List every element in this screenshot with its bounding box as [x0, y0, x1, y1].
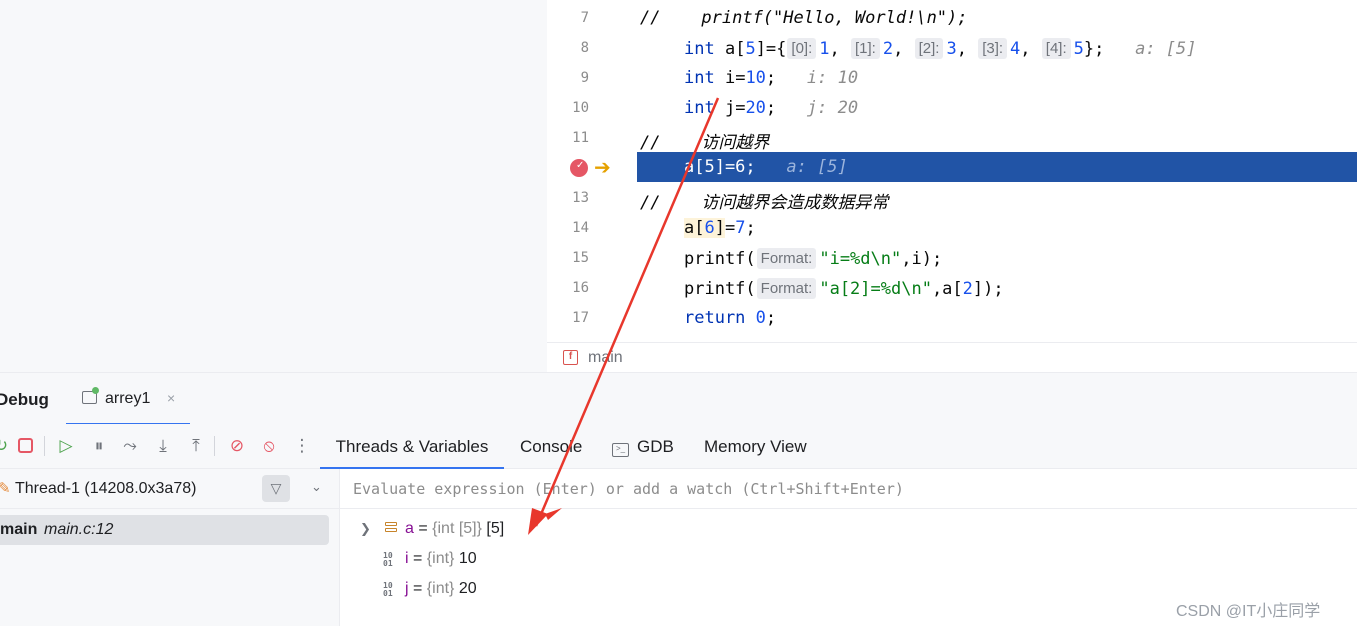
watermark: CSDN @IT小庄同学: [1176, 603, 1321, 620]
debug-title: Debug: [0, 390, 49, 409]
expand-chevron-icon[interactable]: ❯: [360, 521, 371, 537]
thread-selector[interactable]: ✎ Thread-1 (14208.0x3a78) ▽ ⌄: [0, 469, 340, 509]
code-line-7[interactable]: 7 // printf("Hello, World!\n");: [547, 3, 1357, 33]
execution-point-arrow-icon: ➔: [594, 157, 611, 179]
array-icon: [385, 522, 397, 538]
frame-location: main.c:12: [44, 521, 114, 538]
line-number: 11: [572, 130, 589, 146]
thread-suspended-icon: ✎: [0, 480, 11, 497]
line-code: // 访问越界: [640, 133, 770, 153]
debug-tool-window-header: Debug arrey1 ×: [0, 372, 1357, 425]
primitive-type-icon: 10 01: [383, 551, 393, 568]
pause-program-icon[interactable]: ⏸: [88, 435, 110, 457]
thread-name: Thread-1 (14208.0x3a78): [15, 480, 197, 497]
close-tab-icon[interactable]: ×: [167, 390, 175, 406]
line-code: // 访问越界会造成数据异常: [640, 193, 889, 213]
running-status-dot-icon: [92, 387, 99, 394]
inlay-hint: [3]:: [978, 38, 1008, 59]
step-into-icon[interactable]: ⤓: [152, 435, 174, 457]
step-over-icon[interactable]: ⤳: [119, 435, 141, 457]
line-code: return 0;: [684, 308, 777, 328]
variable-entry: i = {int} 10: [405, 550, 477, 567]
line-number: 17: [572, 310, 589, 326]
terminal-icon: >_: [612, 443, 629, 457]
frame-function: main: [0, 521, 38, 538]
tab-memory-view[interactable]: Memory View: [704, 424, 807, 469]
stack-frame-row[interactable]: main main.c:12: [0, 515, 329, 545]
line-number: 7: [580, 10, 589, 26]
inlay-hint: [4]:: [1041, 38, 1071, 59]
primitive-type-icon: 10 01: [383, 581, 393, 598]
line-number: 13: [572, 190, 589, 206]
chevron-down-icon[interactable]: ⌄: [311, 479, 322, 495]
inlay-hint: [0]:: [787, 38, 817, 59]
inline-value: i: 10: [776, 68, 859, 88]
line-code: int j=20; j: 20: [684, 98, 859, 118]
line-number: 15: [572, 250, 589, 266]
code-line-17[interactable]: 17 return 0;: [547, 303, 1357, 333]
inline-value: a: [5]: [1104, 39, 1197, 59]
mute-breakpoints-icon[interactable]: ⦸: [258, 435, 280, 457]
breadcrumb-function[interactable]: main: [588, 349, 623, 367]
code-line-12-current[interactable]: ✓ ➔ a[5]=6; a: [5]: [547, 152, 1357, 182]
line-code: // printf("Hello, World!\n");: [640, 8, 968, 28]
code-line-16[interactable]: 16 printf(Format: "a[2]=%d\n",a[2]);: [547, 273, 1357, 303]
editor-left-blank-area: [0, 0, 547, 372]
code-line-11[interactable]: 11 // 访问越界: [547, 123, 1357, 153]
line-code: printf(Format: "a[2]=%d\n",a[2]);: [684, 278, 1004, 299]
view-breakpoints-icon[interactable]: ⊘: [226, 435, 248, 457]
variable-entry: j = {int} 20: [405, 580, 477, 597]
function-icon: f: [563, 350, 578, 365]
code-line-9[interactable]: 9 int i=10; i: 10: [547, 63, 1357, 93]
code-line-14[interactable]: 14 a[6]=7;: [547, 213, 1357, 243]
run-config-tab[interactable]: arrey1 ×: [66, 373, 190, 425]
inline-value: j: 20: [776, 98, 859, 118]
filter-icon[interactable]: ▽: [262, 475, 290, 502]
rerun-icon[interactable]: ↻: [0, 435, 12, 457]
step-out-icon[interactable]: ⤒: [185, 435, 207, 457]
inline-value: a: [5]: [755, 157, 848, 177]
line-code: printf(Format: "i=%d\n",i);: [684, 248, 943, 269]
code-editor[interactable]: 7 // printf("Hello, World!\n"); 8 int a[…: [547, 0, 1357, 342]
line-number: 9: [580, 70, 589, 86]
variable-entry: a = {int [5]} [5]: [405, 520, 505, 537]
tab-gdb[interactable]: >_ GDB: [612, 424, 674, 469]
toolbar-separator: [214, 436, 215, 456]
frames-panel: ✎ Thread-1 (14208.0x3a78) ▽ ⌄ main main.…: [0, 469, 340, 626]
code-line-8[interactable]: 8 int a[5]={[0]: 1, [1]: 2, [2]: 3, [3]: 4, …: [547, 33, 1357, 63]
inlay-hint: Format:: [756, 248, 817, 269]
code-line-15[interactable]: 15 printf(Format: "i=%d\n",i);: [547, 243, 1357, 273]
code-line-10[interactable]: 10 int j=20; j: 20: [547, 93, 1357, 123]
inlay-hint: Format:: [756, 278, 817, 299]
line-number: 8: [580, 40, 589, 56]
line-number: 14: [572, 220, 589, 236]
variable-row-a[interactable]: ❯ a = {int [5]} [5]: [340, 515, 1357, 545]
tab-threads-variables[interactable]: Threads & Variables: [320, 424, 504, 469]
more-options-icon[interactable]: ⋮: [291, 435, 313, 457]
line-code: int a[5]={[0]: 1, [1]: 2, [2]: 3, [3]: 4, [4…: [684, 38, 1197, 59]
run-config-name: arrey1: [105, 390, 151, 407]
breakpoint-check-icon: ✓: [576, 160, 585, 171]
tab-console[interactable]: Console: [520, 424, 582, 469]
code-line-13[interactable]: 13 // 访问越界会造成数据异常: [547, 183, 1357, 213]
line-number: 16: [572, 280, 589, 296]
line-code: int i=10; i: 10: [684, 68, 859, 88]
evaluate-expression-input[interactable]: [340, 469, 1357, 509]
variable-row-i[interactable]: 10 01 i = {int} 10: [340, 545, 1357, 575]
debug-toolbar: ↻ ▷ ⏸ ⤳ ⤓ ⤒ ⊘ ⦸ ⋮ Threads & Variables Co…: [0, 424, 1357, 469]
stop-icon[interactable]: [18, 438, 33, 453]
inlay-hint: [1]:: [851, 38, 880, 59]
evaluate-expression-bar[interactable]: [340, 469, 1357, 509]
line-code: a[5]=6; a: [5]: [684, 157, 848, 177]
breadcrumb[interactable]: f main: [547, 342, 1357, 372]
line-number: 10: [572, 100, 589, 116]
line-code: a[6]=7;: [684, 218, 756, 238]
toolbar-separator: [44, 436, 45, 456]
inlay-hint: [2]:: [914, 38, 944, 59]
resume-program-icon[interactable]: ▷: [55, 435, 77, 457]
